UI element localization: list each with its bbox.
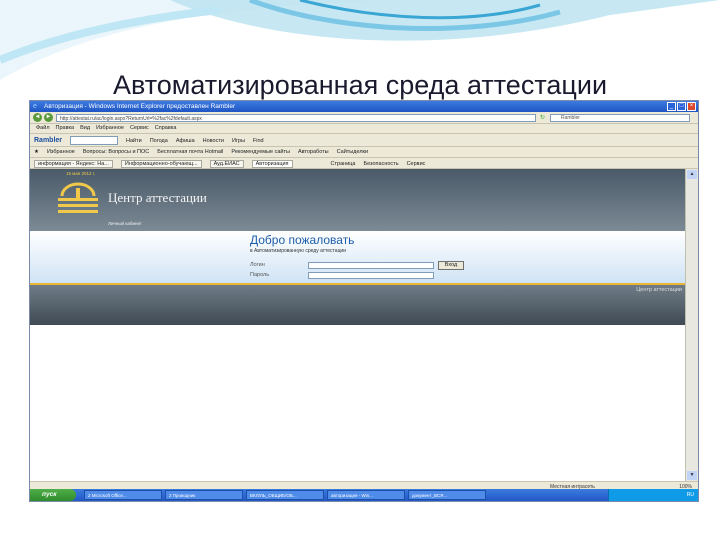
taskbar-item[interactable]: документ_ВСЯ... bbox=[408, 490, 486, 500]
taskbar-item[interactable]: 2 Microsoft Office... bbox=[84, 490, 162, 500]
site-header: 15 мая 2012 г. Центр аттестации Личный к… bbox=[30, 169, 686, 231]
menu-bar: Файл Правка Вид Избранное Сервис Справка bbox=[30, 124, 698, 134]
system-tray: RU bbox=[608, 489, 698, 501]
windows-taskbar: пуск 2 Microsoft Office... 2 Проводник В… bbox=[30, 489, 698, 501]
site-footer: Центр аттестации bbox=[30, 285, 686, 325]
password-input[interactable] bbox=[308, 272, 434, 279]
taskbar-item[interactable]: 2 Проводник bbox=[165, 490, 243, 500]
find-button[interactable]: Найти bbox=[126, 138, 142, 144]
tab[interactable]: Ауд.ЕИАС bbox=[209, 160, 244, 168]
footer-text: Центр аттестации bbox=[636, 287, 682, 293]
menu-tools[interactable]: Сервис bbox=[130, 125, 149, 131]
personal-cabinet-link[interactable]: Личный кабинет bbox=[108, 221, 142, 226]
scroll-up-icon[interactable]: ▲ bbox=[687, 170, 697, 179]
favorites-button[interactable]: Избранное bbox=[47, 149, 75, 155]
tool-page[interactable]: Страница bbox=[331, 161, 356, 167]
favorite-link[interactable]: Автоработы bbox=[298, 149, 329, 155]
browser-screenshot: e Авторизация - Windows Internet Explore… bbox=[29, 100, 699, 502]
tool-security[interactable]: Безопасность bbox=[363, 161, 398, 167]
toolbar-item-games[interactable]: Игры bbox=[232, 138, 245, 144]
toolbar-item-find[interactable]: Find bbox=[253, 138, 264, 144]
toolbar-item-afisha[interactable]: Афиша bbox=[176, 138, 195, 144]
tab[interactable]: информация - Яндекс: На... bbox=[34, 160, 113, 168]
address-bar: ◄ ► http://attestat.ru/ac/login.aspx?Ret… bbox=[30, 112, 698, 124]
favorites-star-icon: ★ bbox=[34, 149, 39, 155]
refresh-icon[interactable]: ↻ bbox=[540, 114, 545, 121]
window-title: Авторизация - Windows Internet Explorer … bbox=[44, 103, 236, 110]
slide-title: Автоматизированная среда аттестации bbox=[112, 70, 608, 100]
window-titlebar: e Авторизация - Windows Internet Explore… bbox=[30, 101, 698, 112]
start-button[interactable]: пуск bbox=[30, 489, 76, 501]
login-panel: Добро пожаловать в Автоматизированную ср… bbox=[30, 231, 686, 285]
url-input[interactable]: http://attestat.ru/ac/login.aspx?ReturnU… bbox=[56, 114, 536, 122]
menu-edit[interactable]: Правка bbox=[56, 125, 75, 131]
close-button[interactable]: × bbox=[687, 102, 696, 111]
favorite-link[interactable]: Вопросы: Вопросы и ПОС bbox=[83, 149, 149, 155]
favorite-link[interactable]: Сайтыделки bbox=[337, 149, 368, 155]
tab-bar: информация - Яндекс: На... Информационно… bbox=[30, 158, 698, 169]
login-label: Логин bbox=[250, 262, 265, 268]
back-button[interactable]: ◄ bbox=[33, 113, 42, 122]
welcome-subtitle: в Автоматизированную среду аттестации bbox=[250, 248, 347, 254]
password-label: Пароль bbox=[250, 272, 270, 278]
favorite-link[interactable]: Рекомендуемые сайты bbox=[231, 149, 290, 155]
window-controls: _ □ × bbox=[667, 102, 696, 111]
tool-service[interactable]: Сервис bbox=[407, 161, 426, 167]
tab-active[interactable]: Авторизация bbox=[251, 160, 293, 168]
taskbar-item[interactable]: ВКЛ/ЛЬ_ОБЩИЕ/ОБ... bbox=[246, 490, 324, 500]
tab[interactable]: Информационно-обучающ... bbox=[120, 160, 202, 168]
minimize-button[interactable]: _ bbox=[667, 102, 676, 111]
login-button[interactable]: Вход bbox=[438, 261, 464, 270]
menu-favorites[interactable]: Избранное bbox=[96, 125, 124, 131]
decorative-swoosh bbox=[0, 0, 720, 80]
menu-file[interactable]: Файл bbox=[36, 125, 50, 131]
page-content: 15 мая 2012 г. Центр аттестации Личный к… bbox=[30, 169, 686, 491]
welcome-heading: Добро пожаловать bbox=[250, 233, 355, 247]
search-input[interactable]: Rambler bbox=[550, 114, 690, 122]
login-input[interactable] bbox=[308, 262, 434, 269]
favorites-bar: ★ Избранное Вопросы: Вопросы и ПОС Беспл… bbox=[30, 147, 698, 158]
rambler-search-input[interactable] bbox=[70, 136, 119, 145]
taskbar-item[interactable]: авторизация - Win... bbox=[327, 490, 405, 500]
forward-button[interactable]: ► bbox=[44, 113, 53, 122]
scroll-down-icon[interactable]: ▼ bbox=[687, 471, 697, 480]
site-brand: Центр аттестации bbox=[108, 190, 207, 205]
toolbar-item-weather[interactable]: Погода bbox=[150, 138, 168, 144]
ie-icon: e bbox=[33, 103, 37, 110]
toolbar-item-news[interactable]: Новости bbox=[203, 138, 224, 144]
site-logo-icon bbox=[58, 182, 98, 213]
favorite-link[interactable]: Бесплатная почта Hotmail bbox=[157, 149, 223, 155]
menu-help[interactable]: Справка bbox=[155, 125, 177, 131]
vertical-scrollbar[interactable]: ▲ ▼ bbox=[685, 169, 698, 481]
header-date: 15 мая 2012 г. bbox=[66, 171, 96, 176]
maximize-button[interactable]: □ bbox=[677, 102, 686, 111]
menu-view[interactable]: Вид bbox=[80, 125, 90, 131]
rambler-logo: Rambler bbox=[34, 137, 63, 144]
rambler-toolbar: Rambler Найти Погода Афиша Новости Игры … bbox=[30, 134, 698, 147]
